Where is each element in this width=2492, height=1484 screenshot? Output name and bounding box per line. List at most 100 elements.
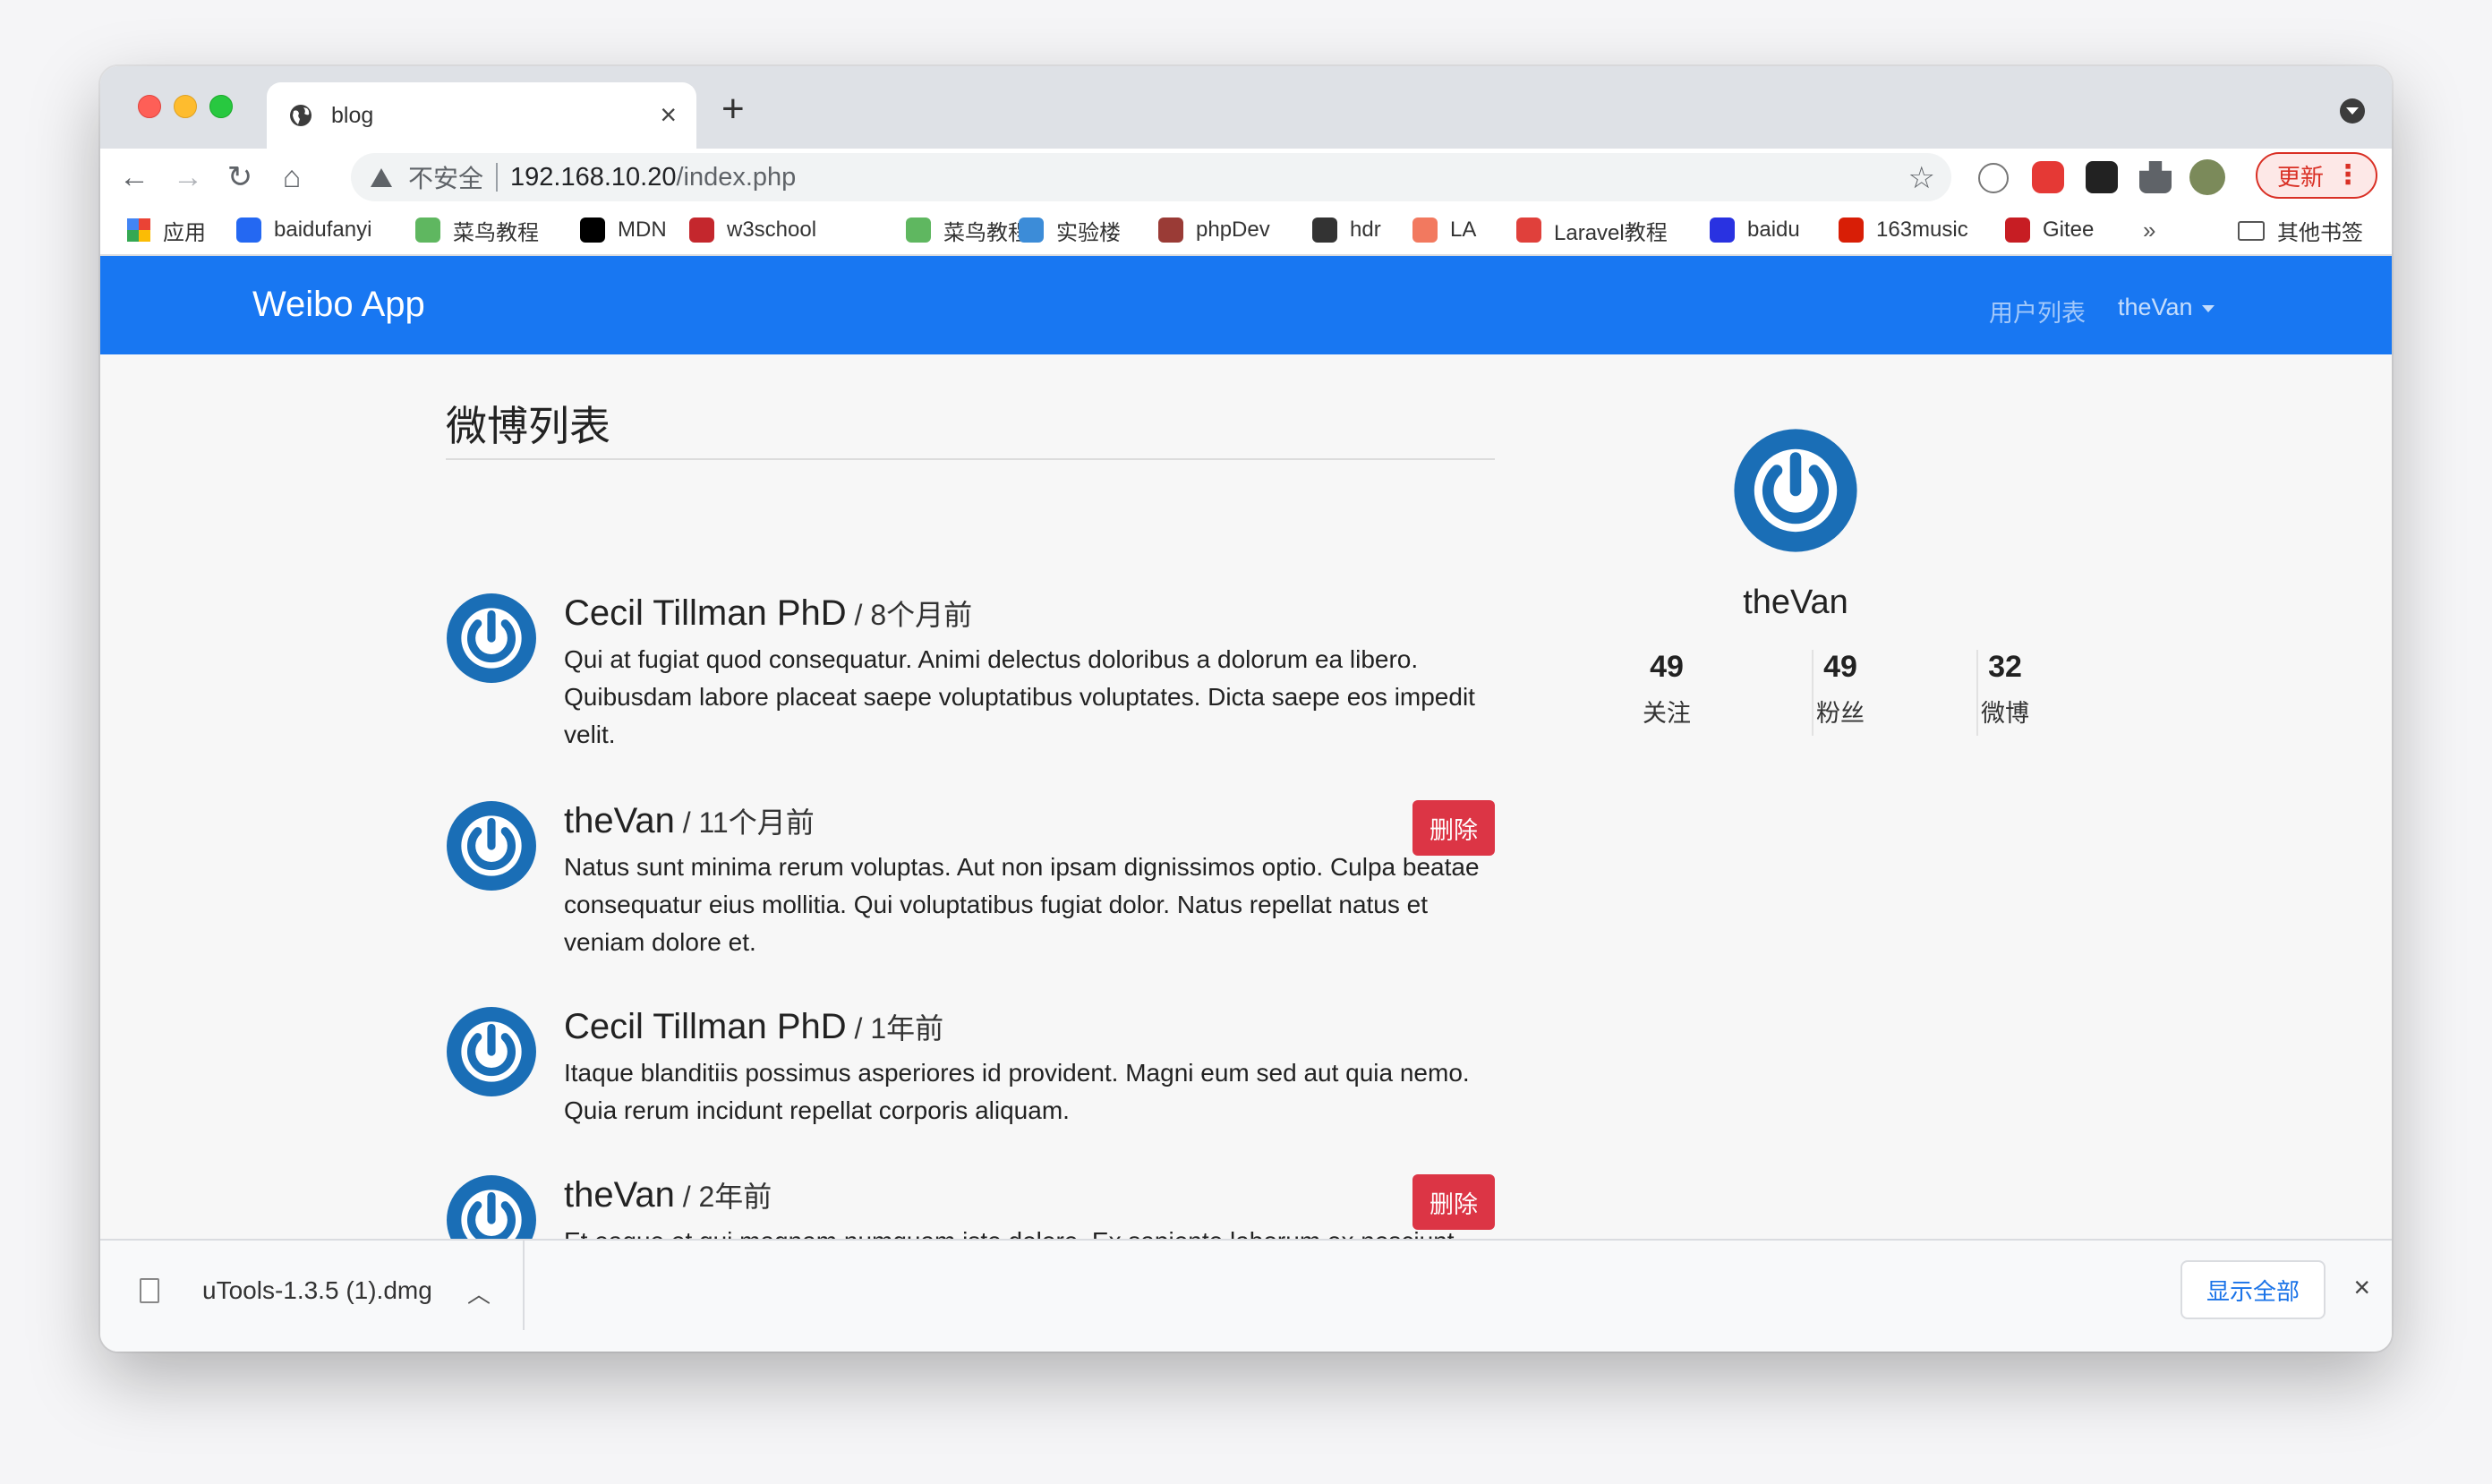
bookmark-label: 163music [1876,217,1968,242]
apps-grid-icon [127,218,150,242]
avatar[interactable] [2189,159,2225,195]
stat-posts-count: 32 [1988,650,2022,684]
minimize-window-button[interactable] [174,95,197,118]
profile-stats: 49 关注 49 粉丝 32 微博 [1586,650,2095,736]
post-author-link[interactable]: theVan [564,1175,675,1215]
reload-icon[interactable]: ↻ [218,156,261,199]
menu-dots-icon[interactable]: ⋮ [2334,161,2361,190]
bookmark-apps[interactable]: 应用 [127,215,206,245]
warning-icon [371,167,392,187]
post-body: Natus sunt minima rerum voluptas. Aut no… [564,853,1480,956]
back-icon[interactable]: ← [113,156,156,199]
browser-toolbar: ← → ↻ ⌂ 不安全 192.168.10.20/index.php ☆ 更新… [100,149,2392,206]
bookmark-other[interactable]: 其他书签 [2238,215,2363,246]
post-time: / 1年前 [846,1012,944,1045]
bookmark-item[interactable]: 实验楼 [1019,215,1121,245]
bookmark-item[interactable]: Gitee [2005,215,2094,245]
stat-following-label: 关注 [1643,700,1691,727]
download-bar-close-icon[interactable]: × [2353,1269,2370,1305]
bookmark-item[interactable]: hdr [1312,215,1381,245]
stat-followers[interactable]: 49 粉丝 [1760,650,1921,729]
stat-following[interactable]: 49 关注 [1586,650,1747,729]
maximize-window-button[interactable] [209,95,233,118]
bookmarks-more-icon[interactable]: » [2143,217,2155,244]
post-author-link[interactable]: Cecil Tillman PhD [564,1007,847,1046]
bookmark-favicon-icon [1516,217,1541,243]
post-avatar[interactable] [446,800,537,891]
address-bar[interactable]: 不安全 192.168.10.20/index.php ☆ [351,153,1951,201]
nav-users-link[interactable]: 用户列表 [1989,294,2086,328]
globe-icon [290,105,312,126]
nav-user-dropdown[interactable]: theVan [2118,294,2215,321]
adblock-icon[interactable] [2032,161,2064,193]
post-time: / 2年前 [674,1181,772,1213]
post-author-link[interactable]: Cecil Tillman PhD [564,593,847,633]
extension-mask-icon[interactable] [2086,161,2118,193]
url-path: /index.php [676,162,797,192]
extensions-puzzle-icon[interactable] [2139,161,2172,193]
bookmark-label: Gitee [2043,217,2095,242]
bookmark-item[interactable]: baidufanyi [236,215,371,245]
post-body: Itaque blanditiis possimus asperiores id… [564,1059,1470,1124]
bookmark-item[interactable]: 菜鸟教程 [415,215,539,245]
extension-cat-icon[interactable] [1978,163,2009,193]
profile-name: theVan [1743,584,1848,621]
bookmark-item[interactable]: MDN [580,215,667,245]
caret-down-icon [2201,304,2215,312]
bookmark-item[interactable]: 163music [1839,215,1968,245]
bookmark-favicon-icon [236,217,261,243]
bookmark-item[interactable]: LA [1412,215,1476,245]
bookmark-star-icon[interactable]: ☆ [1908,160,1935,196]
home-icon[interactable]: ⌂ [270,156,313,199]
chevron-up-icon[interactable]: ︿ [467,1276,491,1309]
bookmarks-bar: 应用 baidufanyi 菜鸟教程 MDN w3school 菜鸟教程 实验楼 phpDe… [100,206,2392,256]
brand-link[interactable]: Weibo App [252,285,425,325]
feed-post: Cecil Tillman PhD / 1年前 Itaque blanditiis… [446,1006,1495,1203]
tab-close-icon[interactable]: × [660,100,677,129]
show-all-button[interactable]: 显示全部 [2180,1260,2326,1319]
stat-following-count: 49 [1650,650,1684,684]
new-tab-button[interactable]: + [721,90,745,129]
post-time: / 8个月前 [846,599,973,631]
profile-avatar[interactable] [1733,428,1858,553]
close-window-button[interactable] [138,95,161,118]
folder-icon [2238,220,2265,241]
tab-search-icon[interactable] [2340,98,2365,124]
bookmark-item[interactable]: phpDev [1158,215,1270,245]
bookmark-favicon-icon [1019,217,1044,243]
update-button[interactable]: 更新 ⋮ [2256,152,2377,199]
site-navbar: Weibo App 用户列表 theVan [100,256,2392,354]
bookmark-favicon-icon [1312,217,1337,243]
download-file-name[interactable]: uTools-1.3.5 (1).dmg [202,1276,432,1305]
forward-icon[interactable]: → [166,156,209,199]
bookmark-label: baidu [1747,217,1800,242]
title-divider [446,458,1495,460]
post-avatar[interactable] [446,593,537,684]
bookmark-item[interactable]: baidu [1710,215,1800,245]
post-header: Cecil Tillman PhD / 8个月前 [564,593,972,634]
post-avatar[interactable] [446,1174,537,1239]
stat-followers-label: 粉丝 [1816,700,1865,727]
bookmark-favicon-icon [906,217,931,243]
bookmark-item[interactable]: w3school [689,215,816,245]
bookmark-label: LA [1450,217,1477,242]
bookmark-favicon-icon [2005,217,2030,243]
stat-followers-count: 49 [1823,650,1857,684]
stat-posts[interactable]: 32 微博 [1924,650,2086,729]
bookmark-label: hdr [1350,217,1381,242]
delete-post-button[interactable]: 删除 [1412,800,1495,856]
bookmark-label: w3school [727,217,817,242]
post-time: / 11个月前 [674,806,815,839]
page-title: 微博列表 [446,403,610,449]
bookmark-favicon-icon [1710,217,1735,243]
bookmark-label: 实验楼 [1056,220,1121,245]
post-author-link[interactable]: theVan [564,801,675,840]
address-separator [496,163,499,192]
post-avatar[interactable] [446,1006,537,1097]
delete-post-button[interactable]: 删除 [1412,1174,1495,1230]
bookmark-item[interactable]: 菜鸟教程 [906,215,1029,245]
tab-blog[interactable]: blog × [267,82,696,149]
feed-post: theVan / 11个月前 Natus sunt minima rerum vo… [446,800,1495,997]
bookmark-item[interactable]: Laravel教程 [1516,215,1668,245]
bookmark-favicon-icon [1839,217,1864,243]
